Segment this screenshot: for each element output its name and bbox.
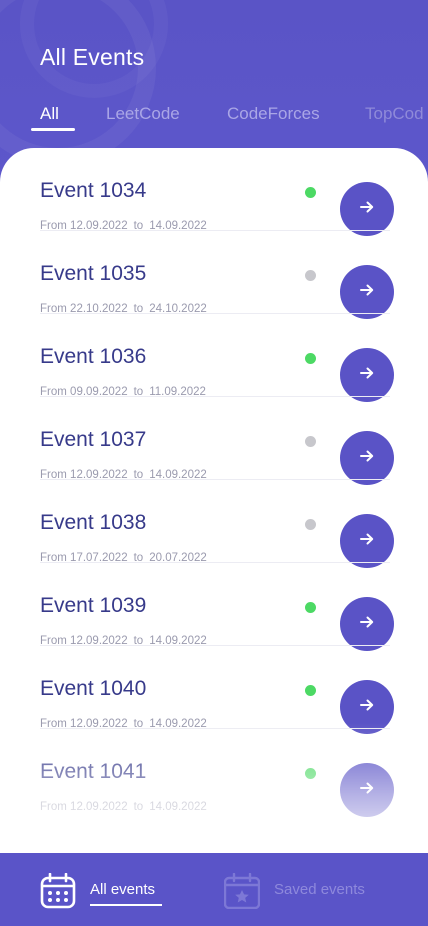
- arrow-right-icon: [360, 449, 374, 467]
- event-title: Event 1034: [40, 179, 147, 202]
- open-event-button[interactable]: [340, 597, 394, 651]
- status-dot: [305, 187, 316, 198]
- arrow-right-icon: [360, 532, 374, 550]
- event-row[interactable]: Event 1038 From 17.07.2022 to 20.07.2022: [40, 480, 394, 568]
- arrow-right-icon: [360, 200, 374, 218]
- status-dot: [305, 353, 316, 364]
- date-to: 14.09.2022: [149, 801, 207, 813]
- date-to-label: to: [133, 801, 144, 813]
- arrow-right-icon: [360, 781, 374, 799]
- tab-codeforces[interactable]: CodeForces: [227, 104, 320, 124]
- tab-label: All: [40, 104, 59, 123]
- tab-all[interactable]: All: [31, 104, 75, 131]
- tab-active-indicator: [31, 128, 75, 131]
- arrow-right-icon: [360, 283, 374, 301]
- tab-label: CodeForces: [227, 104, 320, 123]
- calendar-star-icon: [223, 872, 261, 914]
- arrow-right-icon: [360, 698, 374, 716]
- calendar-grid-icon: [40, 872, 76, 914]
- open-event-button[interactable]: [340, 763, 394, 817]
- status-dot: [305, 436, 316, 447]
- events-card: Event 1034 From 12.09.2022 to 14.09.2022 Eve…: [0, 148, 428, 853]
- event-title: Event 1037: [40, 428, 147, 451]
- open-event-button[interactable]: [340, 680, 394, 734]
- event-row[interactable]: Event 1035 From 22.10.2022 to 24.10.2022: [40, 231, 394, 319]
- event-row[interactable]: Event 1036 From 09.09.2022 to 11.09.2022: [40, 314, 394, 402]
- open-event-button[interactable]: [340, 431, 394, 485]
- nav-label: Saved events: [274, 881, 365, 898]
- tab-label: TopCod: [365, 104, 424, 123]
- nav-active-indicator: [90, 904, 162, 906]
- event-title: Event 1038: [40, 511, 147, 534]
- event-title: Event 1036: [40, 345, 147, 368]
- event-row[interactable]: Event 1040 From 12.09.2022 to 14.09.2022: [40, 646, 394, 734]
- event-date-range: From 12.09.2022 to 14.09.2022: [40, 801, 207, 813]
- event-title: Event 1040: [40, 677, 147, 700]
- page-title: All Events: [40, 44, 145, 70]
- tab-leetcode[interactable]: LeetCode: [106, 104, 180, 124]
- tab-label: LeetCode: [106, 104, 180, 123]
- tab-topcoder[interactable]: TopCod: [365, 104, 424, 124]
- event-title: Event 1039: [40, 594, 147, 617]
- date-from: 12.09.2022: [70, 801, 128, 813]
- arrow-right-icon: [360, 615, 374, 633]
- status-dot: [305, 768, 316, 779]
- event-row[interactable]: Event 1034 From 12.09.2022 to 14.09.2022: [40, 148, 394, 236]
- open-event-button[interactable]: [340, 182, 394, 236]
- nav-label: All events: [90, 881, 156, 898]
- status-dot: [305, 685, 316, 696]
- open-event-button[interactable]: [340, 265, 394, 319]
- status-dot: [305, 519, 316, 530]
- status-dot: [305, 602, 316, 613]
- open-event-button[interactable]: [340, 348, 394, 402]
- bottom-nav: All events Saved events: [0, 853, 428, 926]
- status-dot: [305, 270, 316, 281]
- event-row[interactable]: Event 1039 From 12.09.2022 to 14.09.2022: [40, 563, 394, 651]
- event-row[interactable]: Event 1037 From 12.09.2022 to 14.09.2022: [40, 397, 394, 485]
- open-event-button[interactable]: [340, 514, 394, 568]
- event-row[interactable]: Event 1041 From 12.09.2022 to 14.09.2022: [40, 729, 394, 817]
- arrow-right-icon: [360, 366, 374, 384]
- event-title: Event 1035: [40, 262, 147, 285]
- event-title: Event 1041: [40, 760, 147, 783]
- date-from-label: From: [40, 801, 67, 813]
